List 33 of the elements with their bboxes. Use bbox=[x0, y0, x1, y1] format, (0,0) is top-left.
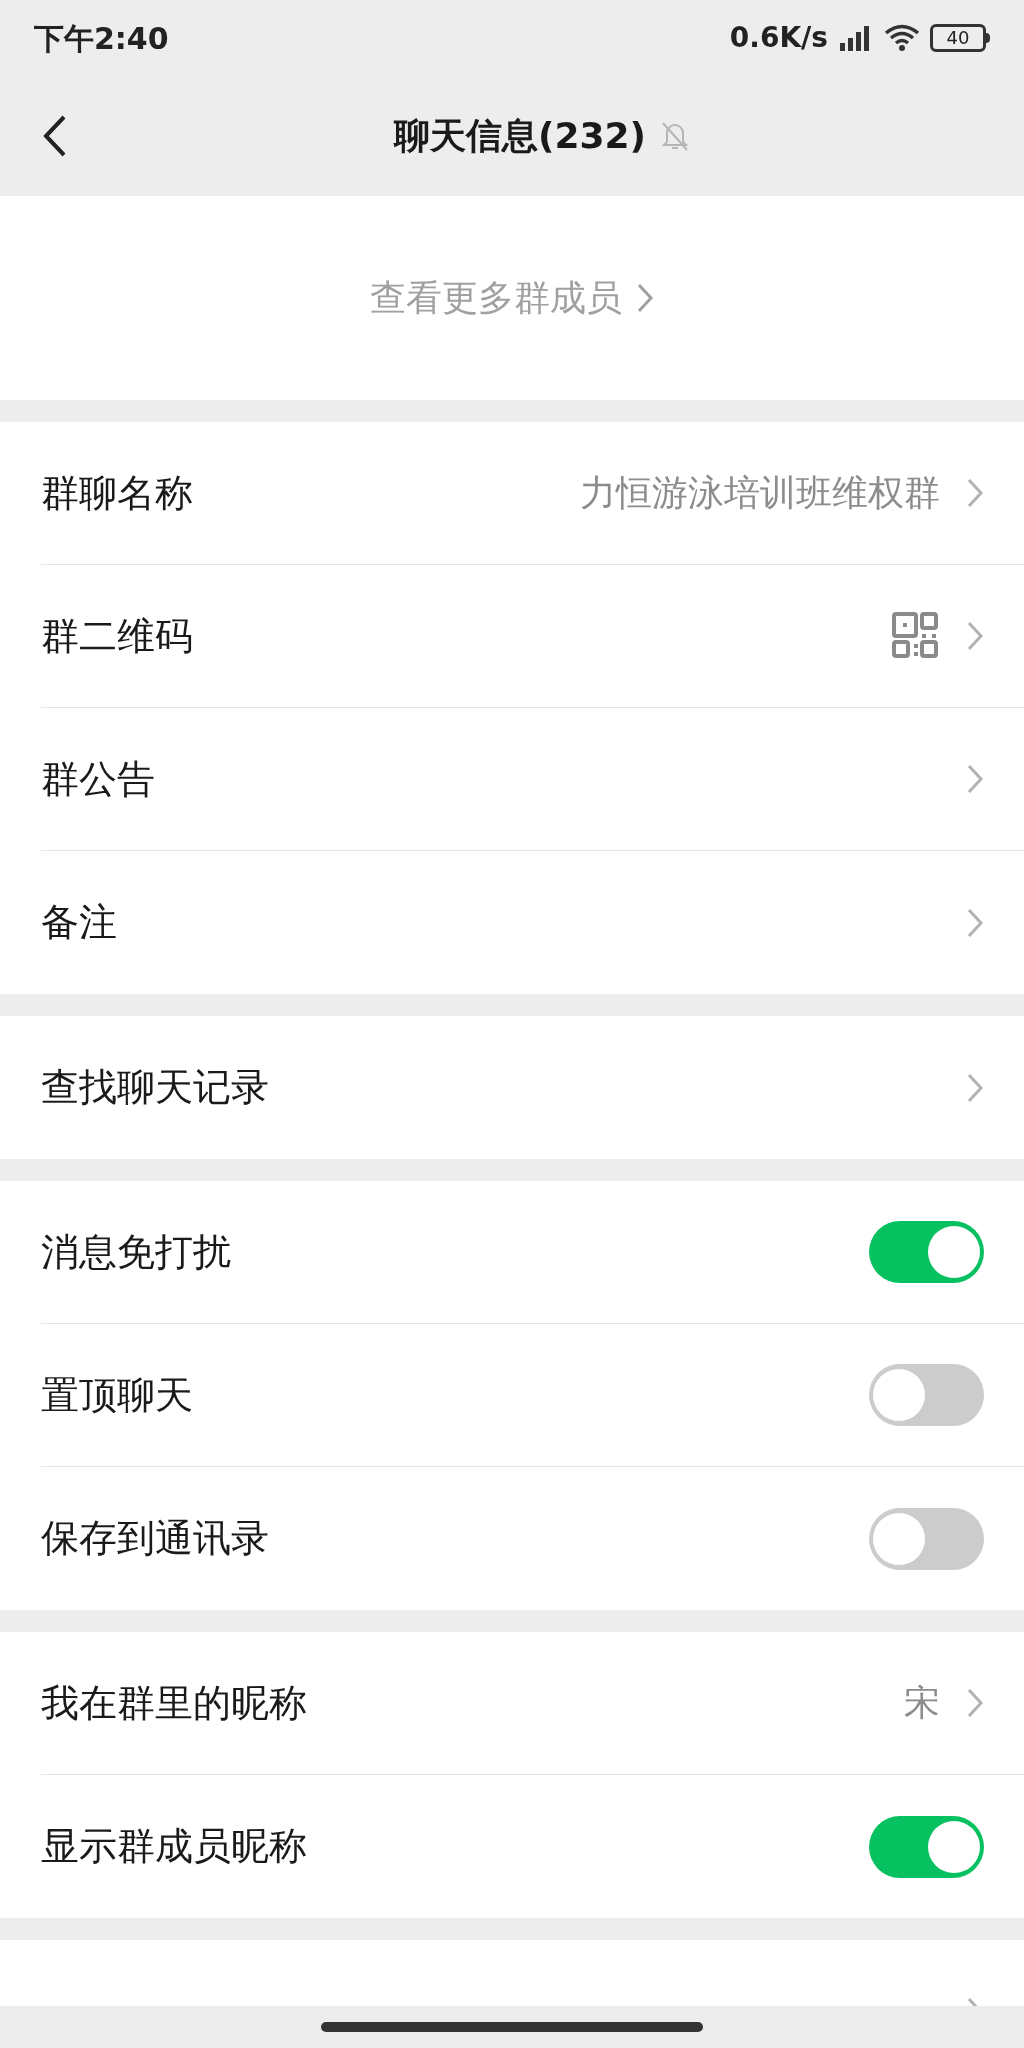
row-value: 宋 bbox=[904, 1681, 940, 1725]
row-label: 置顶聊天 bbox=[41, 1371, 193, 1419]
row-label: 群二维码 bbox=[41, 612, 193, 660]
settings-row[interactable]: 置顶聊天 bbox=[41, 1324, 1024, 1467]
row-label: 我在群里的昵称 bbox=[41, 1679, 307, 1727]
chevron-icon bbox=[966, 1687, 984, 1719]
settings-row[interactable]: 群二维码 bbox=[41, 565, 1024, 708]
status-time: 下午2:40 bbox=[34, 19, 169, 58]
chevron-icon bbox=[966, 620, 984, 652]
row-value: 力恒游泳培训班维权群 bbox=[580, 471, 940, 515]
row-label: 查找聊天记录 bbox=[41, 1064, 269, 1111]
chevron-icon bbox=[966, 906, 984, 939]
chevron-icon bbox=[966, 763, 984, 795]
page-title: 聊天信息(232) bbox=[393, 114, 647, 158]
settings-row[interactable]: 保存到通讯录 bbox=[41, 1467, 1024, 1610]
chevron-icon bbox=[966, 1071, 984, 1104]
row-label: 显示群成员昵称 bbox=[41, 1823, 307, 1870]
settings-row[interactable]: 我在群里的昵称 宋 bbox=[41, 1632, 1024, 1775]
chevron-icon bbox=[636, 282, 654, 314]
chevron-icon bbox=[966, 477, 984, 509]
row-label: 消息免打扰 bbox=[41, 1228, 231, 1276]
row-label: 备注 bbox=[41, 899, 117, 946]
row-label: 群聊名称 bbox=[41, 469, 193, 517]
settings-row[interactable]: 备注 bbox=[41, 851, 1024, 994]
settings-row[interactable]: 群聊名称 力恒游泳培训班维权群 bbox=[41, 422, 1024, 565]
wifi-icon bbox=[884, 23, 920, 53]
settings-row[interactable]: 群公告 bbox=[41, 708, 1024, 851]
network-speed: 0.6K/s bbox=[729, 20, 828, 56]
row-label: 群公告 bbox=[41, 755, 155, 803]
qr-code-icon bbox=[892, 612, 940, 660]
settings-row[interactable]: 消息免打扰 bbox=[41, 1181, 1024, 1324]
row-label: 保存到通讯录 bbox=[41, 1515, 269, 1562]
settings-row[interactable]: 显示群成员昵称 bbox=[41, 1775, 1024, 1918]
